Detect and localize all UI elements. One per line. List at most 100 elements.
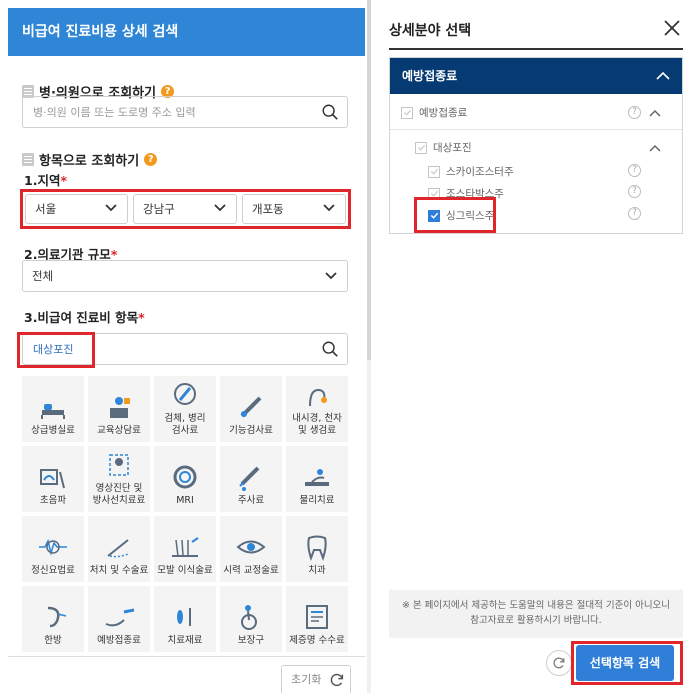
category-label: 물리치료 (299, 495, 335, 506)
category-label: 시력 교정술료 (223, 565, 279, 576)
detail-search-panel: 비급여 진료비용 상세 검색 병·의원으로 조회하기 ? 항목으로 조회하기 ?… (8, 8, 365, 693)
category-tile[interactable]: 모발 이식술료 (154, 516, 216, 582)
check-icon (403, 109, 411, 116)
category-tile[interactable]: 주사료 (220, 446, 282, 512)
tree-header-label: 예방접종료 (402, 69, 458, 83)
checkbox[interactable] (428, 165, 440, 178)
tree-item-leaf[interactable]: 스카이조스터주 (428, 164, 514, 179)
certificate-icon (306, 605, 328, 629)
category-tile[interactable]: 영상진단 및 방사선치료료 (88, 446, 150, 512)
region-highlight-box (20, 189, 351, 229)
checkbox[interactable] (401, 106, 413, 119)
help-icon[interactable]: ? (628, 106, 641, 119)
document-icon (22, 153, 34, 166)
category-grid: 상급병실료 교육상담료 검체, 병리 검사료기능검사료 내시경, 천자 및 생검료초음… (22, 376, 352, 652)
scrollbar-thumb[interactable] (367, 0, 371, 360)
category-label: 주사료 (237, 495, 265, 506)
specimen-test-icon (174, 383, 196, 405)
category-label: 치과 (308, 565, 326, 576)
category-tile[interactable]: 초음파 (22, 446, 84, 512)
hospital-search-input[interactable] (23, 97, 303, 127)
physical-therapy-icon (305, 469, 329, 486)
category-tile[interactable]: 교육상담료 (88, 376, 150, 442)
tree-header[interactable]: 예방접종료 (390, 58, 682, 94)
category-tile[interactable]: 내시경, 천자 및 생검료 (286, 376, 348, 442)
category-label: 모발 이식술료 (157, 565, 213, 576)
category-tree: 예방접종료 예방접종료 ? 대상포진 스카이조스터주 ? 조스타박스주 ? 싱그… (389, 57, 683, 234)
category-tile[interactable]: MRI (154, 446, 216, 512)
tree-item-root[interactable]: 예방접종료 (401, 105, 467, 120)
scrollbar[interactable] (367, 0, 371, 693)
category-label: 제증명 수수료 (289, 635, 345, 646)
refresh-button[interactable] (546, 650, 572, 676)
category-label: 기능검사료 (229, 425, 273, 436)
category-tile[interactable]: 물리치료 (286, 446, 348, 512)
help-icon[interactable]: ? (628, 164, 641, 177)
refresh-icon (553, 657, 565, 669)
help-notice: ※ 본 페이지에서 제공하는 도움말의 내용은 절대적 기준이 아니오니참고자료… (389, 590, 683, 638)
hospital-search-box (22, 96, 348, 128)
chevron-up-icon[interactable] (649, 109, 661, 117)
injection-icon (239, 466, 260, 491)
consultation-icon (110, 397, 130, 418)
hair-transplant-icon (172, 537, 199, 557)
category-label: 정신요법료 (31, 565, 75, 576)
search-icon[interactable] (321, 103, 339, 121)
hospital-bed-icon (41, 404, 65, 419)
category-tile[interactable]: 시력 교정술료 (220, 516, 282, 582)
category-label: 교육상담료 (97, 425, 141, 436)
tree-item-group[interactable]: 대상포진 (415, 140, 472, 155)
treatment-material-icon (177, 608, 191, 626)
vaccination-icon (105, 608, 135, 627)
category-tile[interactable]: 처치 및 수술료 (88, 516, 150, 582)
panel-header: 비급여 진료비용 상세 검색 (8, 8, 365, 56)
tree-item-label: 예방접종료 (419, 107, 468, 119)
category-tile[interactable]: 정신요법료 (22, 516, 84, 582)
category-tile[interactable]: 한방 (22, 586, 84, 652)
category-tile[interactable]: 검체, 병리 검사료 (154, 376, 216, 442)
category-label: 예방접종료 (97, 635, 141, 646)
mri-icon (173, 465, 197, 489)
category-label: 내시경, 천자 및 생검료 (292, 413, 342, 436)
check-icon (430, 168, 438, 175)
surgery-icon (107, 539, 129, 558)
title-underline (389, 48, 683, 50)
check-icon (417, 144, 425, 151)
category-label: 초음파 (39, 495, 67, 506)
item-search-title-text: 항목으로 조회하기 (39, 154, 140, 169)
item-label: 3.비급여 진료비 항목* (24, 310, 145, 325)
oriental-medicine-icon (47, 606, 67, 628)
help-icon[interactable]: ? (628, 207, 641, 220)
checkbox[interactable] (415, 141, 427, 154)
item-search-section-title: 항목으로 조회하기 ? (22, 150, 158, 169)
tooth-icon (307, 535, 327, 561)
category-label: 검체, 병리 검사료 (164, 413, 206, 436)
help-icon[interactable]: ? (628, 185, 641, 198)
psychotherapy-icon (39, 538, 67, 556)
tree-item-label: 대상포진 (433, 142, 472, 154)
help-icon[interactable]: ? (144, 153, 158, 166)
vision-correction-icon (236, 540, 266, 554)
divider (8, 656, 365, 657)
category-tile[interactable]: 보장구 (220, 586, 282, 652)
category-label: 상급병실료 (31, 425, 75, 436)
region-label: 1.지역* (24, 173, 67, 188)
reset-button[interactable]: 초기화 (281, 665, 351, 693)
category-tile[interactable]: 예방접종료 (88, 586, 150, 652)
category-tile[interactable]: 치료재료 (154, 586, 216, 652)
ultrasound-icon (40, 469, 65, 489)
category-tile[interactable]: 기능검사료 (220, 376, 282, 442)
chevron-down-icon (325, 272, 337, 280)
chevron-up-icon[interactable] (649, 144, 661, 152)
category-tile[interactable]: 치과 (286, 516, 348, 582)
function-test-icon (240, 396, 262, 418)
selected-item-highlight-box (414, 197, 496, 233)
search-icon[interactable] (321, 340, 339, 358)
chevron-up-icon[interactable] (656, 71, 670, 80)
radiology-icon (109, 454, 129, 476)
institution-scale-select[interactable]: 전체 (22, 260, 348, 292)
close-icon[interactable] (662, 18, 682, 38)
category-tile[interactable]: 제증명 수수료 (286, 586, 348, 652)
search-button-highlight-box (571, 641, 683, 685)
category-tile[interactable]: 상급병실료 (22, 376, 84, 442)
